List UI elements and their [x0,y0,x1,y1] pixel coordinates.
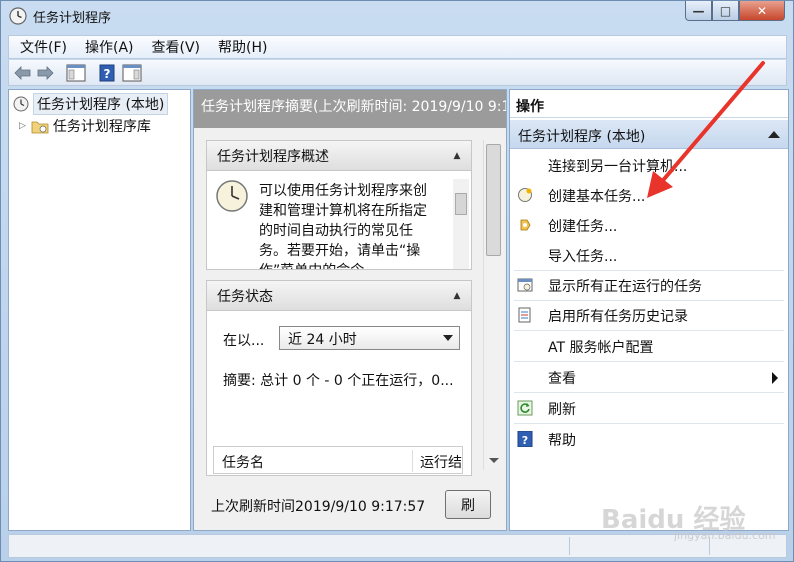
help-icon: ? [517,431,533,447]
action-create-basic-task[interactable]: 创建基本任务... [510,180,788,210]
last-refresh-text: 上次刷新时间2019/9/10 9:17:57 [211,499,426,515]
back-button[interactable] [13,63,33,83]
action-help[interactable]: ? 帮助 [510,424,788,454]
back-arrow-icon [14,66,31,80]
forward-button[interactable] [35,63,55,83]
task-history-icon [518,307,531,323]
overview-section: 任务计划程序概述 ▲ 可以使用任务计划程序来创建和管理计算机将在所指定的时间自动… [206,140,472,270]
watermark-url: jingyan.baidu.com [674,529,776,542]
task-scheduler-window: 任务计划程序 — □ ✕ 文件(F) 操作(A) 查看(V) 帮助(H) ? 任… [0,0,794,562]
toolbar: ? [8,60,787,86]
close-button[interactable]: ✕ [739,1,785,21]
tree-library-label: 任务计划程序库 [52,119,151,135]
actions-group-header[interactable]: 任务计划程序 (本地) [510,120,788,149]
overview-title: 任务计划程序概述 [217,148,329,165]
tree-root-label: 任务计划程序 (本地) [33,93,169,115]
scheduler-clock-icon [216,180,248,212]
title-bar[interactable]: 任务计划程序 — □ ✕ [1,1,793,31]
summary-header: 任务计划程序摘要(上次刷新时间: 2019/9/10 9:17:57) [194,90,506,128]
show-hide-action-pane-button[interactable] [121,63,143,83]
status-bar [8,534,787,558]
help-icon: ? [99,64,115,82]
tree-item-root[interactable]: 任务计划程序 (本地) [13,93,169,115]
menu-action[interactable]: 操作(A) [74,37,141,57]
action-import-task[interactable]: 导入任务... [510,240,788,270]
tree-item-library[interactable]: ▷ 任务计划程序库 [19,116,151,136]
show-hide-console-tree-button[interactable] [65,63,87,83]
status-summary: 摘要: 总计 0 个 - 0 个正在运行，0... [223,373,454,389]
action-label: 创建任务... [548,219,618,235]
refresh-icon [517,400,533,416]
show-hide-console-tree-icon [66,64,86,82]
menu-help[interactable]: 帮助(H) [207,37,274,57]
maximize-button[interactable]: □ [712,1,739,21]
create-basic-task-icon [518,188,532,202]
window-controls: — □ ✕ [685,1,785,21]
actions-title: 操作 [510,90,788,118]
action-create-task[interactable]: 创建任务... [510,210,788,240]
collapse-overview-button[interactable]: ▲ [449,148,465,164]
action-label: 导入任务... [548,249,618,265]
action-label: 刷新 [548,402,576,418]
actions-group-label: 任务计划程序 (本地) [518,129,646,145]
collapse-up-icon [768,131,780,138]
action-label: 启用所有任务历史记录 [548,309,688,325]
menu-bar: 文件(F) 操作(A) 查看(V) 帮助(H) [8,35,787,59]
help-button[interactable]: ? [97,63,117,83]
column-task-name[interactable]: 任务名 [222,452,264,472]
help-glyph: ? [104,67,111,81]
action-connect-computer[interactable]: 连接到另一台计算机... [510,150,788,180]
clock-icon [13,96,29,112]
create-task-icon [520,219,531,231]
action-label: 连接到另一台计算机... [548,159,688,175]
window-title: 任务计划程序 [33,11,112,26]
action-label: AT 服务帐户配置 [548,340,654,356]
action-show-running-tasks[interactable]: 显示所有正在运行的任务 [510,270,788,300]
clock-icon [9,7,27,25]
time-filter-select[interactable]: 近 24 小时 [279,326,460,350]
action-enable-history[interactable]: 启用所有任务历史记录 [510,300,788,330]
task-status-section: 任务状态 ▲ 在以... 近 24 小时 摘要: 总计 0 个 - 0 个正在运… [206,280,472,476]
task-table-header: 任务名 运行结果 [213,446,463,474]
expand-icon[interactable]: ▷ [19,121,26,131]
refresh-button[interactable]: 刷 [445,490,491,519]
action-label: 显示所有正在运行的任务 [548,279,702,295]
minimize-button[interactable]: — [685,1,712,21]
action-view[interactable]: 查看 [510,362,788,392]
summary-pane: 任务计划程序摘要(上次刷新时间: 2019/9/10 9:17:57) 任务计划… [193,89,507,531]
column-run-result[interactable]: 运行结果 [420,452,462,472]
action-label: 创建基本任务... [548,189,646,205]
summary-scrollbar[interactable] [483,140,503,470]
console-tree: 任务计划程序 (本地) ▷ 任务计划程序库 [8,89,191,531]
collapse-status-button[interactable]: ▲ [449,288,465,304]
menu-view[interactable]: 查看(V) [141,37,208,57]
overview-section-header[interactable]: 任务计划程序概述 ▲ [207,141,471,171]
show-hide-action-pane-icon [122,64,142,82]
actions-pane: 操作 任务计划程序 (本地) 连接到另一台计算机... 创建基本任务... 创建… [509,89,789,531]
task-status-title: 任务状态 [217,288,273,305]
overview-scrollbar[interactable] [453,179,469,269]
folder-icon [31,121,49,133]
overview-description: 可以使用任务计划程序来创建和管理计算机将在所指定的时间自动执行的常见任务。若要开… [259,183,427,269]
task-status-section-header[interactable]: 任务状态 ▲ [207,281,471,311]
column-divider[interactable] [412,450,413,472]
filter-label: 在以... [223,333,265,349]
submenu-arrow-icon [772,372,778,384]
help-glyph: ? [522,434,528,447]
status-divider [569,537,570,555]
action-label: 查看 [548,371,576,387]
menu-file[interactable]: 文件(F) [9,37,74,57]
chevron-down-icon [443,335,453,341]
action-refresh[interactable]: 刷新 [510,393,788,423]
forward-arrow-icon [37,66,54,80]
action-label: 帮助 [548,433,576,449]
running-tasks-icon [517,278,533,292]
time-filter-value: 近 24 小时 [288,332,357,348]
action-at-service-config[interactable]: AT 服务帐户配置 [510,331,788,361]
